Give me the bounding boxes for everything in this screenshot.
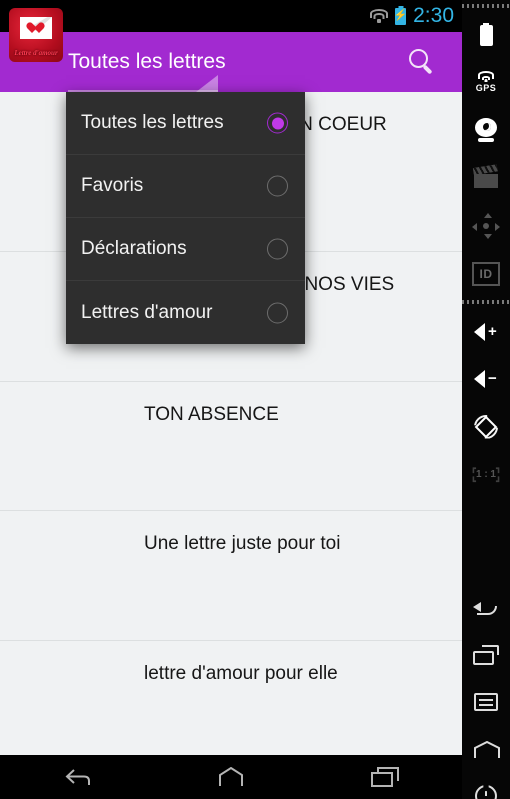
search-button[interactable] xyxy=(392,32,452,92)
dropdown-item-declarations[interactable]: Déclarations xyxy=(66,218,305,281)
search-icon xyxy=(409,49,435,75)
rotate-screen-icon xyxy=(473,414,499,440)
zoom-ratio-label: 1 : 1 xyxy=(475,469,496,480)
nav-home-button[interactable] xyxy=(216,766,246,787)
volume-down-icon: − xyxy=(472,369,500,389)
movie-clapper-icon xyxy=(472,163,498,188)
power-icon xyxy=(475,784,497,799)
radio-button-icon[interactable] xyxy=(267,238,288,260)
wifi-icon xyxy=(369,9,388,23)
nav-back-button[interactable] xyxy=(62,767,92,787)
battery-charging-icon: ⚡ xyxy=(394,7,407,25)
recents-icon xyxy=(473,644,499,665)
back-icon xyxy=(473,599,499,617)
strip-dpad-button[interactable] xyxy=(462,202,510,249)
strip-home-button[interactable] xyxy=(462,725,510,772)
dropdown-item-toutes-les-lettres[interactable]: Toutes les lettres xyxy=(66,92,305,155)
emulator-control-strip: GPS ID + − ┏ ┓ ┗ ┛ 1: 1 xyxy=(462,0,510,799)
strip-power-button[interactable] xyxy=(462,772,510,799)
dropdown-item-label: Toutes les lettres xyxy=(81,112,224,133)
dropdown-item-lettres-damour[interactable]: Lettres d'amour xyxy=(66,281,305,344)
dropdown-item-label: Lettres d'amour xyxy=(81,301,213,323)
list-item[interactable]: TON ABSENCE xyxy=(0,382,462,511)
spinner-dropdown[interactable]: Toutes les lettres Favoris Déclarations … xyxy=(66,92,305,344)
list-item-title: TON ABSENCE xyxy=(144,404,279,425)
strip-rotate-button[interactable] xyxy=(462,403,510,450)
strip-volume-up-button[interactable]: + xyxy=(462,308,510,355)
heart-icon xyxy=(29,23,41,34)
webcam-icon xyxy=(474,117,498,142)
list-item-title: lettre d'amour pour elle xyxy=(144,663,338,684)
strip-recents-button[interactable] xyxy=(462,631,510,678)
list-item-title: Une lettre juste pour toi xyxy=(144,533,341,554)
dropdown-item-label: Favoris xyxy=(81,175,144,196)
radio-button-icon[interactable] xyxy=(267,112,288,134)
strip-webcam-button[interactable] xyxy=(462,106,510,153)
strip-back-button[interactable] xyxy=(462,584,510,631)
android-nav-bar xyxy=(0,755,462,799)
dropdown-item-label: Déclarations xyxy=(81,238,187,259)
dropdown-item-favoris[interactable]: Favoris xyxy=(66,155,305,218)
nav-recents-button[interactable] xyxy=(370,767,400,787)
radio-button-icon[interactable] xyxy=(267,302,288,323)
strip-volume-down-button[interactable]: − xyxy=(462,355,510,402)
radio-button-icon[interactable] xyxy=(267,175,288,197)
status-bar-right: ⚡ 2:30 xyxy=(369,0,454,32)
volume-up-sign: + xyxy=(488,323,497,340)
battery-icon xyxy=(479,25,493,46)
strip-gps-button[interactable]: GPS xyxy=(462,58,510,105)
strip-divider-top xyxy=(462,4,510,8)
status-bar: ⚡ 2:30 xyxy=(0,0,462,32)
strip-gps-label: GPS xyxy=(475,82,497,93)
strip-record-button[interactable] xyxy=(462,154,510,201)
app-icon-brand: Lettre d'amour xyxy=(14,49,58,57)
strip-divider-middle xyxy=(462,300,510,304)
phone-viewport: ⚡ 2:30 Lettre d'amour Toutes les lettres xyxy=(0,0,462,799)
list-item[interactable]: amor lettre d'amour pour elle xyxy=(0,641,462,755)
strip-battery-button[interactable] xyxy=(462,12,510,59)
app-icon[interactable]: Lettre d'amour xyxy=(9,8,63,62)
menu-icon xyxy=(474,692,498,711)
strip-actual-size-button[interactable]: ┏ ┓ ┗ ┛ 1 : 1 xyxy=(462,451,510,498)
screenshot-root: ⚡ 2:30 Lettre d'amour Toutes les lettres xyxy=(0,0,510,799)
zoom-actual-size-icon: ┏ ┓ ┗ ┛ 1 : 1 xyxy=(471,463,501,486)
gps-icon xyxy=(478,70,495,82)
dpad-icon xyxy=(472,212,500,239)
strip-id-button[interactable]: ID xyxy=(462,250,510,297)
list-item[interactable]: Devoile ton coeur à tous ceux que tu ne … xyxy=(0,511,462,641)
home-icon xyxy=(473,740,500,758)
volume-up-icon: + xyxy=(472,322,500,342)
status-bar-clock: 2:30 xyxy=(413,4,454,27)
id-badge-icon: ID xyxy=(472,261,500,286)
volume-down-sign: − xyxy=(488,370,497,387)
strip-menu-button[interactable] xyxy=(462,678,510,725)
